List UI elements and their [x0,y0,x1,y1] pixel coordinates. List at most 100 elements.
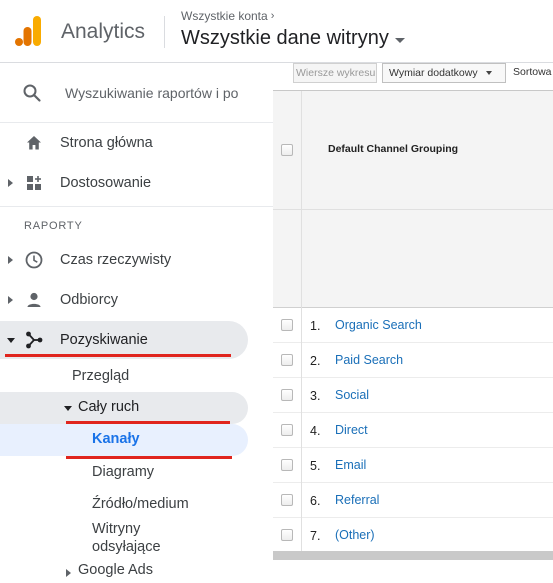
expand-arrow-icon[interactable] [8,179,13,187]
sidebar-item-all-traffic[interactable]: Cały ruch [0,392,248,424]
column-divider [301,448,302,483]
expand-arrow-icon[interactable] [8,296,13,304]
sidebar-item-referrals[interactable]: Witryny odsyłające [0,517,248,557]
report-content: Wiersze wykresu Wymiar dodatkowy Sortowa… [273,63,553,583]
sidebar-item-label: Cały ruch [78,399,140,415]
row-index: 1. [310,319,321,333]
sort-type-label[interactable]: Sortowa [513,66,552,78]
sidebar-item-audience[interactable]: Odbiorcy [0,281,248,319]
channel-link[interactable]: Email [335,458,366,472]
home-icon [27,136,41,150]
select-all-checkbox[interactable] [281,144,293,156]
app-header: Analytics Wszystkie konta › Wszystkie da… [0,0,553,63]
row-checkbox[interactable] [281,319,293,331]
channel-link[interactable]: Organic Search [335,318,422,332]
table-row: 7. (Other) [273,518,553,553]
channel-link[interactable]: Paid Search [335,353,403,367]
collapse-arrow-icon[interactable] [64,406,72,411]
secondary-dimension-label: Wymiar dodatkowy [389,67,478,79]
dashboard-plus-icon [27,176,41,190]
horizontal-scrollbar[interactable] [273,551,553,560]
column-divider [301,518,302,553]
sidebar-item-label: Witryny odsyłające [92,521,161,555]
sidebar-item-label: Strona główna [60,135,153,151]
column-divider [301,308,302,343]
app-name: Analytics [61,20,146,43]
sidebar-item-home[interactable]: Strona główna [0,124,248,162]
column-divider [301,483,302,518]
column-header-channel-grouping[interactable]: Default Channel Grouping [328,143,458,155]
report-toolbar: Wiersze wykresu Wymiar dodatkowy Sortowa [273,63,553,91]
highlight-underline [5,354,231,357]
analytics-logo-icon[interactable] [14,16,42,46]
column-divider [301,413,302,448]
expand-arrow-icon[interactable] [66,569,71,577]
sidebar-item-label: Dostosowanie [60,175,152,191]
acquisition-icon [26,331,43,349]
caret-down-icon [485,71,492,75]
table-summary-row [273,210,553,308]
channel-link[interactable]: Direct [335,423,368,437]
account-label: Wszystkie konta [181,9,268,23]
sidebar-item-customization[interactable]: Dostosowanie [0,164,248,202]
column-divider [301,210,302,308]
row-index: 6. [310,494,321,508]
row-index: 7. [310,529,321,543]
row-index: 3. [310,389,321,403]
sidebar-item-treemaps[interactable]: Diagramy [0,457,248,489]
sidebar-item-label: Czas rzeczywisty [60,252,172,268]
row-index: 2. [310,354,321,368]
sidebar-item-label: Odbiorcy [60,292,119,308]
data-table: Default Channel Grouping 1. Organic Searc… [273,90,553,553]
sidebar-item-label: Źródło/medium [92,496,189,512]
expand-arrow-icon[interactable] [8,256,13,264]
collapse-arrow-icon[interactable] [7,338,15,343]
clock-icon [25,251,43,269]
table-row: 5. Email [273,448,553,483]
sidebar-divider [0,206,273,207]
row-index: 4. [310,424,321,438]
row-checkbox[interactable] [281,494,293,506]
property-selector[interactable]: Wszystkie dane witryny [181,27,405,50]
report-search[interactable]: Wyszukiwanie raportów i po [0,75,273,111]
person-icon [27,292,41,307]
plot-rows-button[interactable]: Wiersze wykresu [293,63,377,83]
table-row: 2. Paid Search [273,343,553,378]
search-input[interactable]: Wyszukiwanie raportów i po [65,85,265,101]
sidebar-item-channels[interactable]: Kanały [0,424,248,456]
account-breadcrumb[interactable]: Wszystkie konta › [181,9,274,23]
sidebar-item-google-ads[interactable]: Google Ads [0,557,248,583]
row-checkbox[interactable] [281,424,293,436]
table-row: 4. Direct [273,413,553,448]
table-header: Default Channel Grouping [273,91,553,210]
sidebar-divider [0,122,273,123]
table-row: 6. Referral [273,483,553,518]
section-label-reports: RAPORTY [24,220,83,232]
channel-link[interactable]: Referral [335,493,379,507]
channel-link[interactable]: (Other) [335,528,375,542]
row-checkbox[interactable] [281,354,293,366]
sidebar-item-label: Przegląd [72,368,130,384]
table-row: 3. Social [273,378,553,413]
row-checkbox[interactable] [281,459,293,471]
sidebar-item-label: Google Ads [78,562,153,578]
sidebar-item-realtime[interactable]: Czas rzeczywisty [0,241,248,279]
secondary-dimension-dropdown[interactable]: Wymiar dodatkowy [382,63,506,83]
sidebar: Wyszukiwanie raportów i po Strona główna… [0,63,273,583]
row-checkbox[interactable] [281,529,293,541]
table-row: 1. Organic Search [273,308,553,343]
chevron-right-icon: › [270,10,275,22]
sidebar-item-overview[interactable]: Przegląd [0,361,248,393]
sidebar-item-label: Diagramy [92,464,155,480]
row-checkbox[interactable] [281,389,293,401]
channel-link[interactable]: Social [335,388,369,402]
sidebar-item-label: Pozyskiwanie [60,332,148,348]
sidebar-item-label: Kanały [92,431,140,447]
search-icon [23,84,41,102]
column-divider [301,91,302,210]
row-index: 5. [310,459,321,473]
header-divider [164,16,165,48]
column-divider [301,378,302,413]
property-name: Wszystkie dane witryny [181,27,389,49]
column-divider [301,343,302,378]
